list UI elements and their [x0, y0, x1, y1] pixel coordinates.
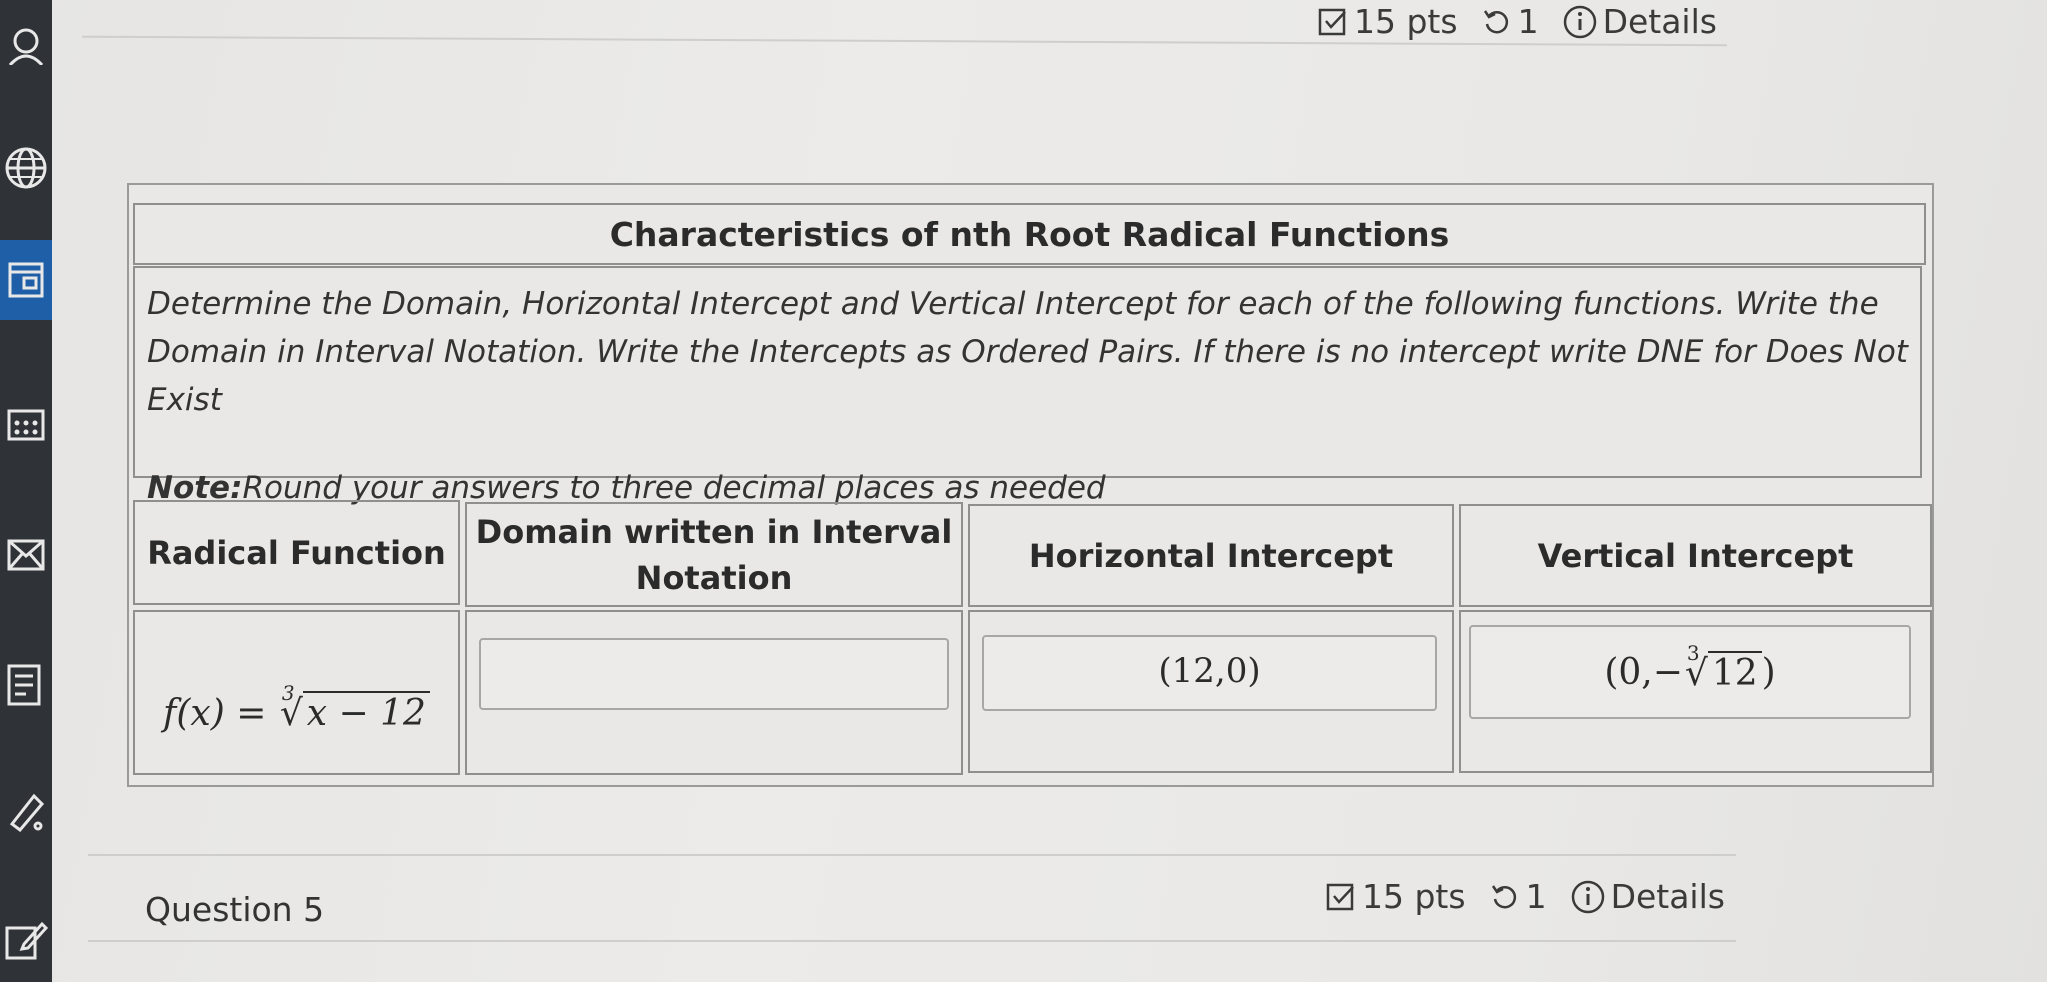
vertical-cube-root: 3 √ 12 — [1683, 641, 1762, 694]
retries-text: 1 — [1517, 2, 1539, 41]
points-group: 15 pts — [1318, 2, 1458, 41]
table-title: Characteristics of nth Root Radical Func… — [133, 203, 1926, 265]
retry-icon — [1491, 884, 1516, 908]
question5-bottom-divider — [88, 940, 1736, 942]
domain-input[interactable] — [479, 638, 949, 710]
header-domain-line-1: Domain written in Interval — [475, 512, 953, 551]
globe-icon[interactable] — [0, 140, 52, 196]
instructions-line-1: Determine the Domain, Horizontal Interce… — [147, 286, 1879, 322]
instructions-line-2: Domain in Interval Notation. Write the I… — [147, 334, 1908, 418]
vertical-intercept-input[interactable]: (0,− 3 √ 12 ) — [1469, 625, 1911, 719]
retries-group: 1 — [1482, 2, 1539, 41]
header-radical-function: Radical Function — [133, 500, 460, 605]
info-icon — [1563, 5, 1596, 38]
header-domain-line-2: Notation — [635, 558, 793, 597]
details-text: Details — [1602, 2, 1717, 41]
question-meta-top: 15 pts 1 Details — [1318, 2, 1731, 41]
retry-icon — [1483, 9, 1508, 33]
question5-points-group: 15 pts — [1326, 877, 1466, 916]
info-icon — [1571, 880, 1604, 913]
question5-details-link[interactable]: Details — [1571, 877, 1725, 916]
vertical-radicand: 12 — [1707, 650, 1762, 694]
edit-icon[interactable] — [0, 910, 52, 970]
root-index: 3 — [281, 681, 295, 705]
left-sidebar — [0, 0, 52, 982]
checkbox-icon — [1318, 8, 1346, 35]
question5-points-text: 15 pts — [1362, 877, 1466, 916]
calendar-icon[interactable] — [0, 395, 52, 450]
instructions: Determine the Domain, Horizontal Interce… — [133, 266, 1922, 506]
function-cell: f(x) = 3 √ x − 12 — [133, 610, 460, 775]
question5-label: Question 5 — [145, 890, 325, 929]
radical-functions-table: Characteristics of nth Root Radical Func… — [127, 183, 1934, 787]
question5-retries-group: 1 — [1490, 877, 1547, 916]
account-icon[interactable] — [0, 20, 52, 70]
radicand: x − 12 — [302, 691, 430, 734]
history-icon[interactable] — [0, 655, 52, 715]
courses-icon[interactable] — [0, 240, 52, 320]
question5-meta: 15 pts 1 Details — [1326, 877, 1739, 916]
points-text: 15 pts — [1354, 2, 1458, 41]
function-expression: f(x) = 3 √ x − 12 — [163, 681, 430, 734]
inbox-icon[interactable] — [0, 530, 52, 580]
header-domain: Domain written in Interval Notation — [465, 502, 963, 607]
studio-icon[interactable] — [0, 780, 52, 840]
horizontal-intercept-input[interactable]: (12,0) — [982, 635, 1437, 711]
header-horizontal-intercept: Horizontal Intercept — [968, 504, 1454, 607]
header-vertical-intercept: Vertical Intercept — [1459, 504, 1932, 607]
question5-retries-text: 1 — [1525, 877, 1547, 916]
vertical-root-index: 3 — [1686, 640, 1700, 665]
cube-root: 3 √ x − 12 — [278, 681, 430, 734]
checkbox-icon — [1326, 883, 1354, 910]
vertical-prefix: (0,− — [1604, 651, 1683, 693]
question5-top-divider — [88, 854, 1736, 856]
vertical-suffix: ) — [1761, 651, 1776, 693]
question5-details-text: Details — [1610, 877, 1725, 916]
function-lhs: f(x) = — [163, 693, 267, 734]
details-link[interactable]: Details — [1563, 2, 1717, 41]
